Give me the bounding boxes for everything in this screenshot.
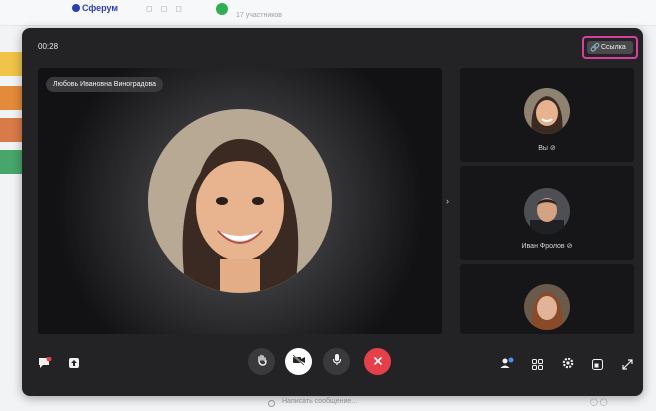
side-tile-participant[interactable]: Иван Фролов ⊘	[460, 166, 634, 260]
settings-icon[interactable]	[562, 356, 574, 369]
self-avatar	[524, 88, 570, 134]
brand-logo-icon	[72, 4, 80, 12]
speaker-name: Любовь Ивановна Виноградова	[46, 77, 163, 92]
background-topbar: Сферум ◻◻◻ 17 участников	[0, 0, 656, 26]
message-input[interactable]: Написать сообщение...	[268, 398, 608, 411]
raise-hand-button[interactable]	[248, 348, 275, 375]
link-icon: 🔗	[590, 43, 600, 52]
mic-button[interactable]	[323, 348, 350, 375]
camera-off-icon	[291, 353, 306, 371]
chevron-right-icon[interactable]: ›	[446, 196, 449, 206]
camera-toggle-button[interactable]	[285, 348, 312, 375]
call-timer: 00:28	[38, 42, 59, 51]
search-icon	[268, 400, 275, 407]
sidebar-strip-yellow	[0, 52, 22, 76]
video-call-window: 00:28 🔗 Ссылка Любовь Ивановна Виноградо…	[22, 28, 643, 396]
participants-icon[interactable]	[500, 356, 514, 368]
side-tile-third[interactable]	[460, 264, 634, 334]
end-call-icon	[373, 353, 383, 371]
main-video-tile[interactable]: Любовь Ивановна Виноградова	[38, 68, 442, 334]
speaker-avatar	[148, 109, 332, 293]
brand-name: Сферум	[82, 3, 119, 13]
grid-icon[interactable]	[532, 357, 543, 370]
sidebar-strip-red	[0, 118, 22, 142]
window-icon[interactable]	[592, 357, 603, 370]
mic-off-icon: ⊘	[549, 145, 556, 152]
mic-off-icon: ⊘	[566, 243, 573, 250]
share-screen-icon[interactable]	[68, 356, 80, 368]
composer-icons: ◯ ◯	[590, 399, 608, 406]
participant-name: Иван Фролов	[521, 243, 565, 250]
copy-link-button[interactable]: 🔗 Ссылка	[587, 41, 633, 54]
side-tile-self[interactable]: Вы ⊘	[460, 68, 634, 162]
self-name: Вы	[538, 145, 548, 152]
self-label: Вы ⊘	[460, 144, 634, 152]
end-call-button[interactable]	[364, 348, 391, 375]
topbar-icons: ◻◻◻	[146, 4, 190, 13]
copy-link-label: Ссылка	[601, 44, 626, 51]
link-highlight: 🔗 Ссылка	[582, 36, 638, 59]
sidebar-strip-orange	[0, 86, 22, 110]
fullscreen-icon[interactable]	[622, 357, 633, 370]
message-placeholder: Написать сообщение...	[282, 398, 358, 405]
participants-count: 17 участников	[236, 12, 283, 19]
chat-icon[interactable]	[38, 356, 52, 368]
participant-label: Иван Фролов ⊘	[460, 242, 634, 250]
third-avatar	[524, 284, 570, 330]
raise-hand-icon	[256, 353, 268, 371]
sidebar-strip-green	[0, 150, 22, 174]
participant-avatar	[524, 188, 570, 234]
mic-icon	[332, 353, 342, 371]
chat-avatar	[216, 3, 228, 15]
